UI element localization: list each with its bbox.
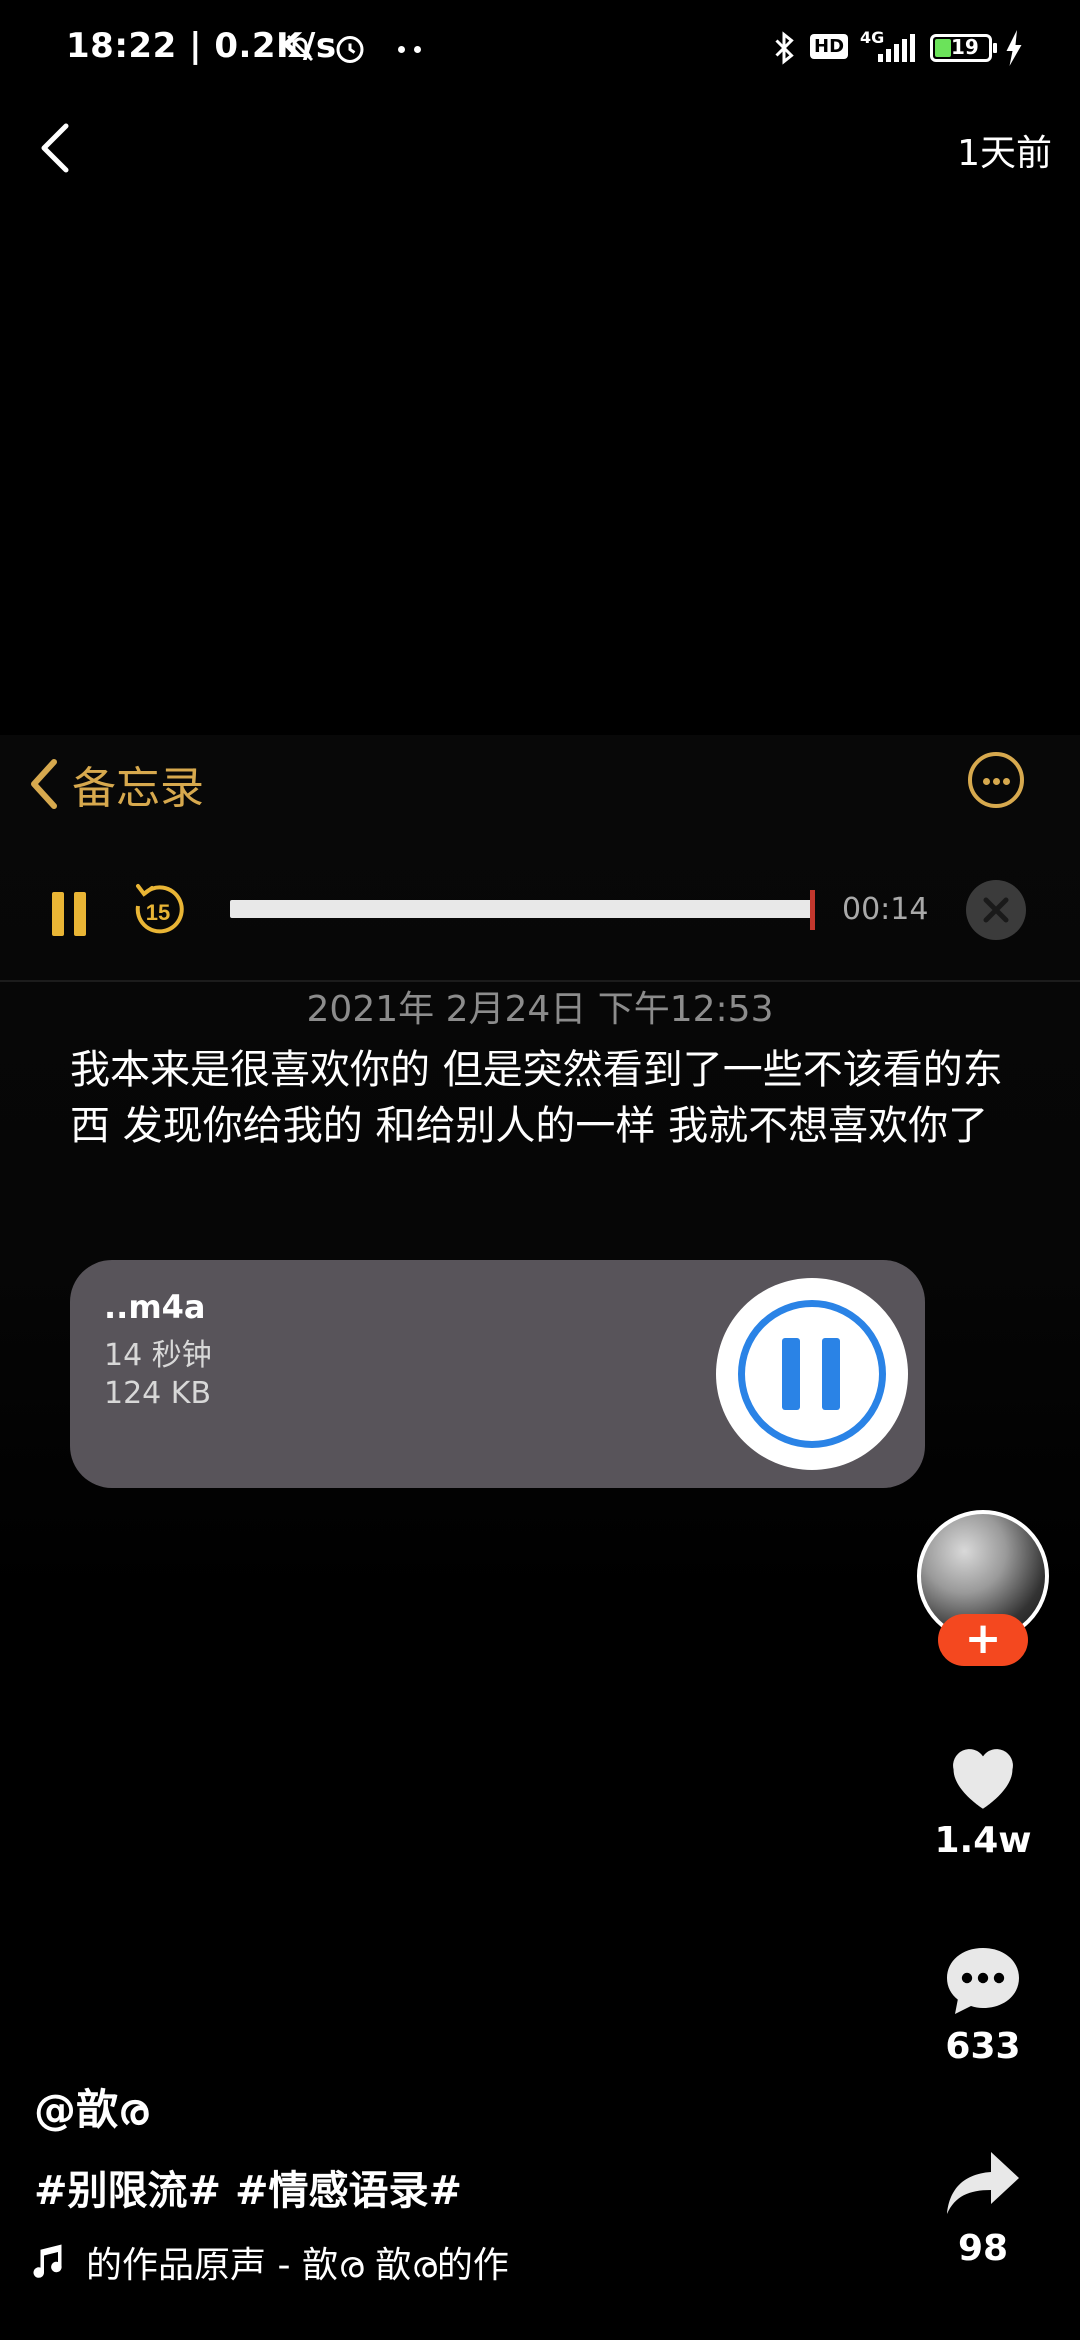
attachment-name: ..m4a [104,1288,206,1326]
attachment-duration: 14 秒钟 [104,1338,212,1373]
more-options-button[interactable] [968,752,1024,808]
audio-progress-bar[interactable] [230,900,812,918]
attachment-pause-button[interactable] [716,1278,908,1470]
share-count: 98 [957,2228,1009,2269]
music-info[interactable]: 的作品原声 - 歆ര 歆ര的作 [30,2236,509,2288]
music-title: 的作品原声 - 歆ര 歆ര的作 [86,2245,509,2286]
post-time-ago: 1天前 [957,133,1052,174]
signal-icon [878,34,915,62]
close-player-button[interactable] [966,880,1026,940]
comment-icon [947,1948,1019,2014]
alarm-icon [336,36,364,63]
chevron-left-icon [31,759,57,809]
hd-badge: HD [810,34,849,59]
music-note-icon [33,2244,62,2278]
close-icon [983,897,1009,923]
charging-icon [1006,30,1022,66]
audio-pause-button[interactable] [52,892,88,936]
like-button[interactable]: 1.4w [920,1740,1046,1861]
like-count: 1.4w [934,1820,1032,1861]
back-icon[interactable] [30,112,90,182]
more-notifications-icon [398,46,428,54]
author-name[interactable]: @歆ര [34,2076,148,2137]
audio-attachment[interactable]: ..m4a 14 秒钟 124 KB [70,1260,925,1488]
rewind-seconds-label: 15 [146,900,170,925]
notes-back-button[interactable]: 备忘录 [28,752,204,816]
comment-count: 633 [945,2026,1021,2067]
audio-time: 00:14 [842,892,929,927]
attachment-size: 124 KB [104,1376,212,1411]
status-bar: 18:22 | 0.2K/s HD 4G 19 [0,0,1080,100]
battery-icon: 19 [930,34,997,62]
note-body: 我本来是很喜欢你的 但是突然看到了一些不该看的东西 发现你给我的 和给别人的一样… [70,1047,1003,1149]
mute-bell-icon [286,34,314,62]
heart-icon [953,1749,1013,1809]
note-date: 2021年 2月24日 下午12:53 [306,989,774,1030]
notes-back-label: 备忘录 [72,763,204,814]
follow-button[interactable]: + [938,1614,1028,1666]
share-button[interactable]: 98 [920,2148,1046,2269]
share-arrow-icon [947,2152,1019,2214]
hashtags[interactable]: #别限流# #情感语录# [34,2158,462,2216]
comment-button[interactable]: 633 [920,1944,1046,2067]
rewind-15-icon[interactable]: 15 [128,880,188,940]
progress-playhead[interactable] [810,890,815,930]
bluetooth-icon [775,31,794,65]
